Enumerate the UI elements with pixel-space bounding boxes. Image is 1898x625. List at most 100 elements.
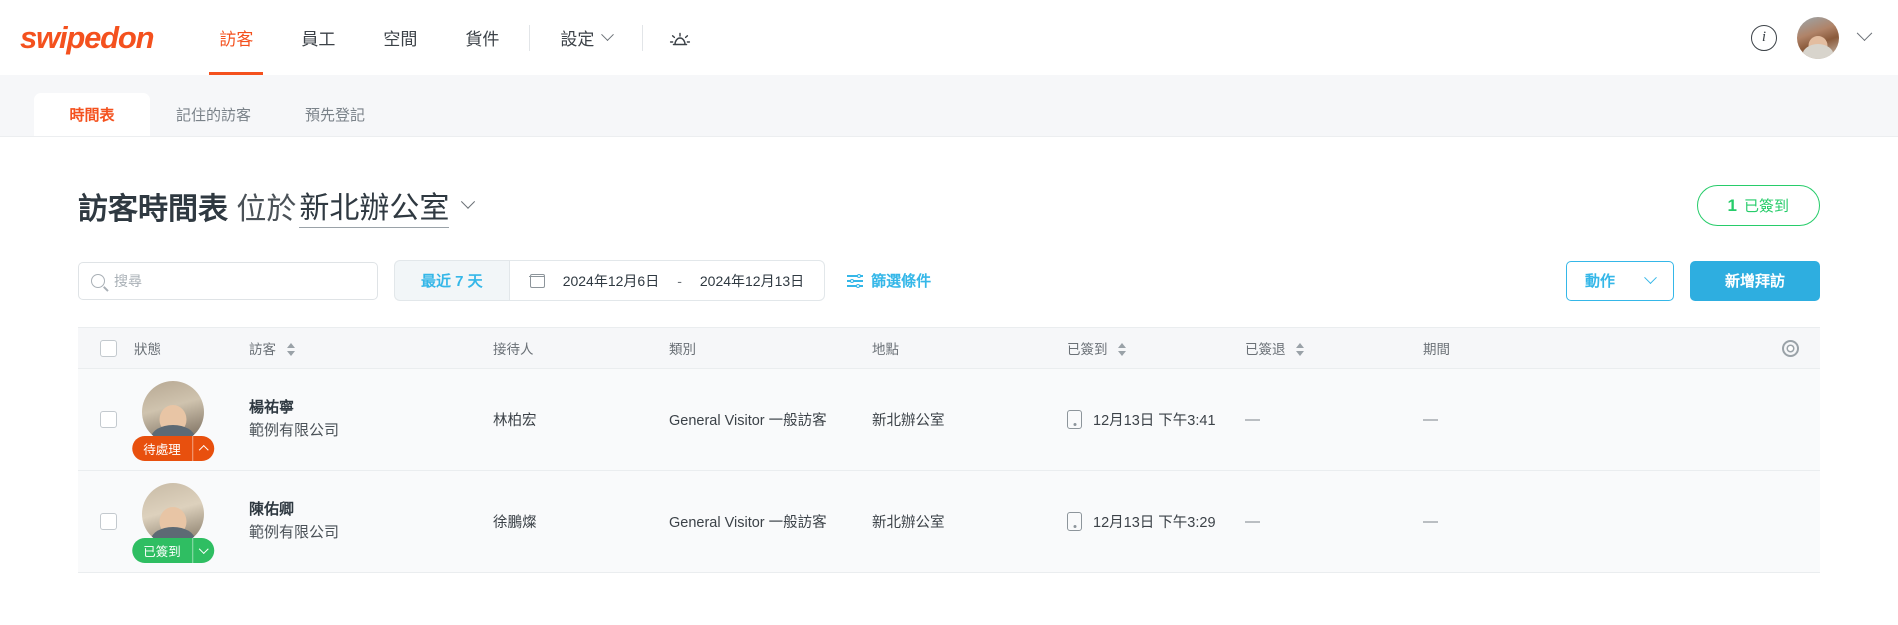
nav-item-label: 設定 xyxy=(560,30,595,49)
page-title-main: 訪客時間表 xyxy=(78,192,228,226)
visitor-avatar xyxy=(142,380,204,443)
search-input[interactable] xyxy=(114,272,365,289)
column-header-checked-out-label: 已簽退 xyxy=(1245,342,1286,357)
tab-label: 記住的訪客 xyxy=(176,107,252,124)
date-from: 2024年12月6日 xyxy=(562,272,660,289)
row-checked-out: — xyxy=(1245,513,1260,530)
checked-in-label: 已簽到 xyxy=(1743,198,1789,215)
toolbar-actions: 動作 新增拜訪 xyxy=(1566,260,1820,301)
status-pill-checked-in[interactable]: 已簽到 xyxy=(132,537,214,563)
select-all-cell xyxy=(78,339,134,357)
chevron-down-icon[interactable] xyxy=(461,194,476,209)
row-host: 徐鵬燦 xyxy=(493,515,537,531)
info-icon[interactable]: i xyxy=(1751,24,1777,51)
chevron-down-icon[interactable] xyxy=(1856,25,1873,42)
tab-preregistration[interactable]: 預先登記 xyxy=(277,93,393,136)
row-location: 新北辦公室 xyxy=(872,413,945,429)
column-header-checked-in-label: 已簽到 xyxy=(1067,342,1108,357)
row-status-cell: 已簽到 xyxy=(132,482,249,563)
column-header-host: 接待人 xyxy=(493,342,534,357)
filter-icon xyxy=(847,273,864,288)
column-settings-cell xyxy=(1760,339,1820,357)
page-title: 訪客時間表 位於 xyxy=(78,184,296,228)
row-select-cell xyxy=(78,513,134,530)
sort-icon xyxy=(1118,343,1127,356)
gear-icon[interactable] xyxy=(1781,339,1799,357)
tablet-icon xyxy=(1067,512,1082,531)
filter-button[interactable]: 篩選條件 xyxy=(847,270,931,291)
row-checked-in-time: 12月13日 下午3:29 xyxy=(1093,515,1216,531)
status-badge[interactable]: 1 已簽到 xyxy=(1696,185,1820,226)
page-title-row: 訪客時間表 位於 新北辦公室 1 已簽到 xyxy=(78,137,1820,228)
filter-button-label: 篩選條件 xyxy=(871,273,932,290)
visitor-name: 楊祐寧 xyxy=(249,399,295,416)
status-avatar-group: 待處理 xyxy=(132,380,214,461)
swipedon-logo[interactable]: swipedon xyxy=(20,20,155,56)
date-separator: - xyxy=(677,272,682,289)
row-checked-out: — xyxy=(1245,411,1260,428)
new-visit-button[interactable]: 新增拜訪 xyxy=(1690,260,1820,301)
row-checkbox[interactable] xyxy=(100,411,117,428)
column-header-checked-in[interactable]: 已簽到 xyxy=(1067,338,1245,358)
chevron-down-icon xyxy=(1644,271,1657,285)
table-row[interactable]: 已簽到 陳佑卿 範例有限公司 徐鵬燦 General Visitor 一般訪客 … xyxy=(78,471,1820,573)
column-header-type: 類別 xyxy=(669,342,696,357)
tab-bar: 時間表 記住的訪客 預先登記 xyxy=(0,75,1898,137)
search-box[interactable] xyxy=(78,261,378,300)
column-header-location: 地點 xyxy=(872,342,899,357)
visitor-name: 陳佑卿 xyxy=(249,501,295,518)
header-right-group: i xyxy=(1751,16,1876,59)
row-type: General Visitor 一般訪客 xyxy=(669,515,827,531)
visitor-company: 範例有限公司 xyxy=(249,421,340,439)
visitor-company: 範例有限公司 xyxy=(249,523,340,541)
main-nav: 訪客 員工 空間 貨件 設定 xyxy=(195,0,711,75)
nav-item-label: 貨件 xyxy=(465,30,500,49)
nav-item-label: 訪客 xyxy=(219,30,254,49)
nav-item-visitors[interactable]: 訪客 xyxy=(195,0,277,75)
date-to: 2024年12月13日 xyxy=(699,272,805,289)
nav-item-label: 空間 xyxy=(383,30,418,49)
actions-dropdown-button[interactable]: 動作 xyxy=(1566,260,1674,301)
page-title-preposition: 位於 xyxy=(236,192,297,226)
nav-item-deliveries[interactable]: 貨件 xyxy=(441,0,523,75)
quick-range-button[interactable]: 最近 7 天 xyxy=(394,260,509,301)
visitor-avatar xyxy=(142,482,204,545)
status-pill-pending[interactable]: 待處理 xyxy=(132,435,214,461)
filter-toolbar: 最近 7 天 2024年12月6日 - 2024年12月13日 篩選條件 動作 … xyxy=(78,260,1820,301)
status-pill-label: 待處理 xyxy=(143,442,181,457)
nav-item-settings[interactable]: 設定 xyxy=(536,0,636,75)
checked-in-count: 1 xyxy=(1727,196,1737,215)
status-pill-toggle[interactable] xyxy=(191,435,214,461)
tab-timeline[interactable]: 時間表 xyxy=(34,93,150,136)
chevron-down-icon xyxy=(198,543,209,554)
avatar[interactable] xyxy=(1797,16,1839,59)
column-header-status: 狀態 xyxy=(134,342,161,357)
row-visitor-cell: 陳佑卿 範例有限公司 xyxy=(249,499,493,544)
row-checked-in-time: 12月13日 下午3:41 xyxy=(1093,413,1216,429)
column-header-visitor[interactable]: 訪客 xyxy=(249,338,493,358)
column-header-checked-out[interactable]: 已簽退 xyxy=(1245,338,1423,358)
status-avatar-group: 已簽到 xyxy=(132,482,214,563)
row-checked-in-cell: 12月13日 下午3:41 xyxy=(1067,409,1245,430)
status-pill-toggle[interactable] xyxy=(191,537,214,563)
tablet-icon xyxy=(1067,410,1082,429)
row-duration: — xyxy=(1423,513,1438,530)
evacuation-alarm-icon[interactable] xyxy=(649,0,711,75)
sort-icon xyxy=(1296,343,1305,356)
row-status-cell: 待處理 xyxy=(132,380,249,461)
select-all-checkbox[interactable] xyxy=(100,339,117,357)
nav-item-spaces[interactable]: 空間 xyxy=(359,0,441,75)
row-type: General Visitor 一般訪客 xyxy=(669,413,827,429)
row-checkbox[interactable] xyxy=(100,513,117,530)
status-pill-label: 已簽到 xyxy=(143,544,181,559)
chevron-down-icon xyxy=(601,28,615,42)
nav-item-employees[interactable]: 員工 xyxy=(277,0,359,75)
table-row[interactable]: 待處理 楊祐寧 範例有限公司 林柏宏 General Visitor 一般訪客 … xyxy=(78,369,1820,471)
row-duration: — xyxy=(1423,411,1438,428)
tab-label: 時間表 xyxy=(69,107,115,124)
date-range-picker[interactable]: 2024年12月6日 - 2024年12月13日 xyxy=(508,260,826,301)
row-host: 林柏宏 xyxy=(493,413,537,429)
location-selector-label[interactable]: 新北辦公室 xyxy=(299,183,450,228)
tab-remembered-visitors[interactable]: 記住的訪客 xyxy=(150,93,277,136)
row-location: 新北辦公室 xyxy=(872,515,945,531)
